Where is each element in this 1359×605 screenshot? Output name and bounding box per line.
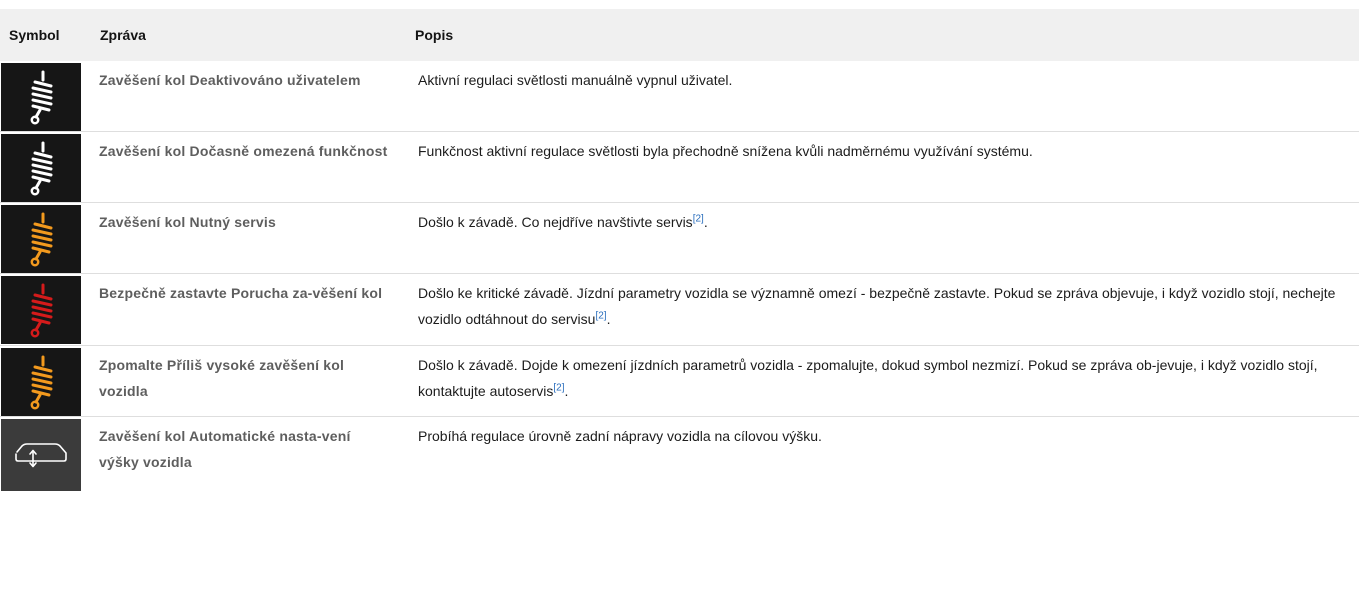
message-cell: Zavěšení kol Automatické nasta-vení výšk…	[99, 428, 351, 470]
warning-messages-table: Symbol Zpráva Popis Zavěšení kol Deaktiv…	[0, 9, 1359, 497]
suspension-white-icon	[1, 134, 81, 202]
footnote-link[interactable]: [2]	[693, 213, 704, 224]
table-header-row: Symbol Zpráva Popis	[0, 9, 1359, 61]
symbol-cell	[0, 132, 90, 203]
description-cell: Došlo k závadě. Co nejdříve navštivte se…	[405, 203, 1359, 274]
message-cell: Zpomalte Příliš vysoké zavěšení kol vozi…	[99, 357, 345, 399]
suspension-orange-icon	[1, 205, 81, 273]
page: Symbol Zpráva Popis Zavěšení kol Deaktiv…	[0, 0, 1359, 605]
description-text: Došlo ke kritické závadě. Jízdní paramet…	[418, 285, 1336, 327]
description-suffix: .	[564, 383, 569, 399]
description-cell: Aktivní regulaci světlosti manuálně vypn…	[405, 61, 1359, 132]
table-row: Zpomalte Příliš vysoké zavěšení kol vozi…	[0, 346, 1359, 417]
message-cell: Zavěšení kol Deaktivováno uživatelem	[99, 72, 361, 88]
symbol-cell	[0, 203, 90, 274]
message-cell: Bezpečně zastavte Porucha za-věšení kol	[99, 285, 383, 301]
table-row: Zavěšení kol Deaktivováno uživatelem Akt…	[0, 61, 1359, 132]
footnote-link[interactable]: [2]	[553, 382, 564, 393]
table-row: Bezpečně zastavte Porucha za-věšení kol …	[0, 274, 1359, 346]
table-row: Zavěšení kol Dočasně omezená funkčnost F…	[0, 132, 1359, 203]
table-row: Zavěšení kol Automatické nasta-vení výšk…	[0, 417, 1359, 497]
symbol-cell	[0, 61, 90, 132]
footnote-link[interactable]: [2]	[595, 310, 606, 321]
description-text: Probíhá regulace úrovně zadní nápravy vo…	[418, 428, 822, 444]
description-text: Funkčnost aktivní regulace světlosti byl…	[418, 143, 1033, 159]
column-header-message: Zpráva	[100, 27, 146, 43]
table-row: Zavěšení kol Nutný servis Došlo k závadě…	[0, 203, 1359, 274]
description-suffix: .	[606, 311, 611, 327]
suspension-red-icon	[1, 276, 81, 344]
message-cell: Zavěšení kol Nutný servis	[99, 214, 276, 230]
column-header-symbol: Symbol	[9, 27, 60, 43]
description-cell: Došlo ke kritické závadě. Jízdní paramet…	[405, 274, 1359, 346]
message-cell: Zavěšení kol Dočasně omezená funkčnost	[99, 143, 388, 159]
description-text: Došlo k závadě. Co nejdříve navštivte se…	[418, 214, 693, 230]
description-cell: Probíhá regulace úrovně zadní nápravy vo…	[405, 417, 1359, 497]
symbol-cell	[0, 417, 90, 497]
symbol-cell	[0, 346, 90, 417]
description-cell: Funkčnost aktivní regulace světlosti byl…	[405, 132, 1359, 203]
suspension-white-icon	[1, 63, 81, 131]
car-level-icon	[1, 419, 81, 491]
column-header-description: Popis	[415, 27, 454, 43]
description-text: Aktivní regulaci světlosti manuálně vypn…	[418, 72, 733, 88]
description-cell: Došlo k závadě. Dojde k omezení jízdních…	[405, 346, 1359, 417]
symbol-cell	[0, 274, 90, 346]
description-suffix: .	[703, 214, 708, 230]
suspension-orange-icon	[1, 348, 81, 416]
